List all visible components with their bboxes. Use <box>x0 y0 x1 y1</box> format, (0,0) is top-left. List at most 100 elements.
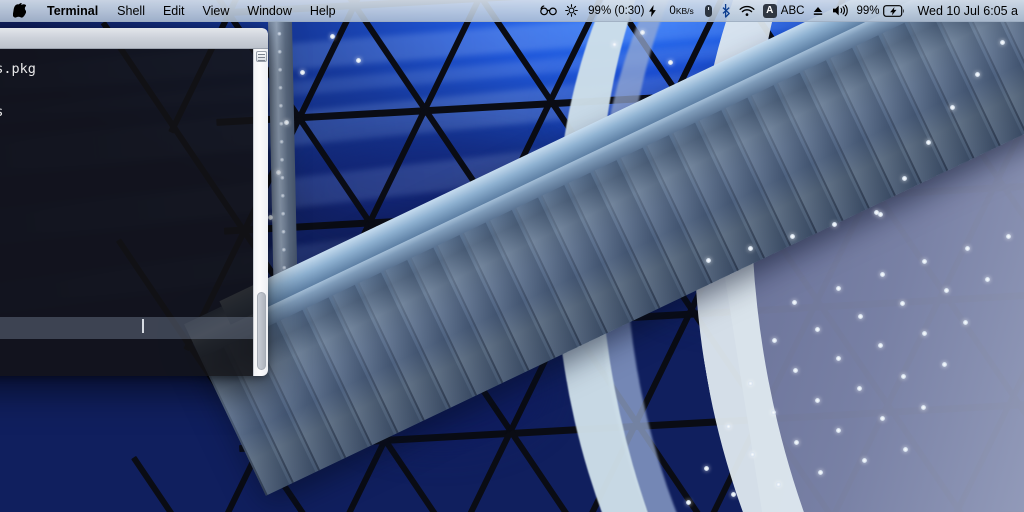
menu-bar-left: Terminal Shell Edit View Window Help <box>0 0 345 21</box>
column-rivet <box>278 103 283 108</box>
scrollbar-thumb[interactable] <box>257 292 266 370</box>
eject-icon[interactable] <box>808 0 828 21</box>
terminal-line: tertairpods <box>0 102 253 124</box>
ceiling-light-dot <box>268 215 273 220</box>
battery-percent-label: 99% <box>856 4 880 17</box>
volume-icon[interactable] <box>828 0 852 21</box>
terminal-line: airpods <box>0 188 253 210</box>
column-rivet <box>278 85 283 90</box>
ceiling-light-dot <box>858 314 863 319</box>
pane-split-icon[interactable] <box>256 51 267 62</box>
ceiling-light-dot <box>963 320 968 325</box>
ceiling-light-dot <box>794 440 799 445</box>
ceiling-light-dot <box>612 42 617 47</box>
column-rivet <box>279 121 284 126</box>
ceiling-light-dot <box>862 458 867 463</box>
wifi-icon[interactable] <box>735 0 759 21</box>
ceiling-light-dot <box>815 327 820 332</box>
terminal-body[interactable]: teryairpods.pkg tertairpods vairpods airpod… <box>0 49 268 376</box>
ceiling-light-dot <box>832 222 837 227</box>
ceiling-light-dot <box>942 362 947 367</box>
ceiling-light-dot <box>686 500 691 505</box>
apple-menu-icon[interactable] <box>0 0 37 21</box>
bluetooth-icon[interactable] <box>717 0 735 21</box>
network-speed-status[interactable]: 0 KB/s <box>663 0 699 21</box>
ceiling-light-dot <box>926 140 931 145</box>
menu-item-help[interactable]: Help <box>301 0 345 21</box>
menu-item-edit[interactable]: Edit <box>154 0 194 21</box>
input-source-label: ABC <box>780 4 805 17</box>
mouse-battery-icon[interactable] <box>700 0 717 21</box>
ceiling-light-dot <box>901 374 906 379</box>
ceiling-light-dot <box>276 170 281 175</box>
menu-item-window[interactable]: Window <box>238 0 300 21</box>
ceiling-light-dot <box>880 272 885 277</box>
ceiling-light-dot <box>793 368 798 373</box>
text-cursor <box>142 319 144 333</box>
terminal-output[interactable]: teryairpods.pkg tertairpods vairpods airpod… <box>0 49 253 376</box>
column-rivet <box>281 247 286 252</box>
input-source-badge: A <box>762 3 777 18</box>
ceiling-light-dot <box>1000 40 1005 45</box>
battery-time-status[interactable]: 99% (0:30) <box>582 0 663 21</box>
ceiling-light-dot <box>330 34 335 39</box>
column-rivet <box>280 175 285 180</box>
ceiling-light-dot <box>921 405 926 410</box>
terminal-selected-line <box>0 317 253 339</box>
ceiling-light-dot <box>922 259 927 264</box>
battery-status[interactable]: 99% <box>852 0 909 21</box>
ceiling-light-dot <box>792 300 797 305</box>
terminal-line: teryairpods.pkg <box>0 61 36 77</box>
ceiling-light-dot <box>300 70 305 75</box>
ceiling-light-dot <box>640 30 645 35</box>
glasses-icon[interactable] <box>536 0 561 21</box>
ceiling-light-dot <box>726 424 731 429</box>
ceiling-light-dot <box>900 301 905 306</box>
ceiling-light-dot <box>965 246 970 251</box>
ceiling-light-dot <box>731 492 736 497</box>
column-rivet <box>279 139 284 144</box>
ceiling-light-dot <box>878 212 883 217</box>
ceiling-light-dot <box>790 234 795 239</box>
ceiling-light-dot <box>706 258 711 263</box>
menu-bar-clock[interactable]: Wed 10 Jul 6:05 a <box>909 0 1022 21</box>
ceiling-light-dot <box>815 398 820 403</box>
menu-app-name[interactable]: Terminal <box>37 0 108 21</box>
ceiling-light-dot <box>704 466 709 471</box>
ceiling-light-dot <box>902 176 907 181</box>
ceiling-light-dot <box>750 452 755 457</box>
network-speed-unit: KB/s <box>675 5 694 16</box>
ceiling-light-dot <box>975 72 980 77</box>
battery-time-label: 99% (0:30) <box>588 4 645 17</box>
ceiling-light-dot <box>668 60 673 65</box>
brightness-icon[interactable] <box>561 0 582 21</box>
ceiling-light-dot <box>857 386 862 391</box>
ceiling-light-dot <box>985 277 990 282</box>
terminal-line: vairpods <box>0 145 253 167</box>
column-rivet <box>277 31 282 36</box>
ceiling-light-dot <box>748 246 753 251</box>
ceiling-light-dot <box>903 447 908 452</box>
column-rivet <box>281 229 286 234</box>
column-rivet <box>280 211 286 216</box>
ceiling-light-dot <box>356 58 361 63</box>
column-rivet <box>277 67 283 72</box>
lattice-diagonal-bar <box>296 116 376 230</box>
column-rivet <box>279 157 284 162</box>
ceiling-light-dot <box>878 343 883 348</box>
menu-item-shell[interactable]: Shell <box>108 0 154 21</box>
menu-bar-status-area: 99% (0:30) 0 KB/s A ABC 99% Wed 10 Jul 6… <box>536 0 1024 21</box>
column-rivet <box>277 49 282 54</box>
terminal-scrollbar[interactable] <box>253 49 268 376</box>
input-source-status[interactable]: A ABC <box>759 0 809 21</box>
terminal-window[interactable]: teryairpods.pkg tertairpods vairpods airpod… <box>0 28 268 376</box>
ceiling-light-dot <box>771 410 776 415</box>
terminal-title-bar[interactable] <box>0 28 268 49</box>
menu-item-view[interactable]: View <box>194 0 239 21</box>
ceiling-light-dot <box>950 105 955 110</box>
